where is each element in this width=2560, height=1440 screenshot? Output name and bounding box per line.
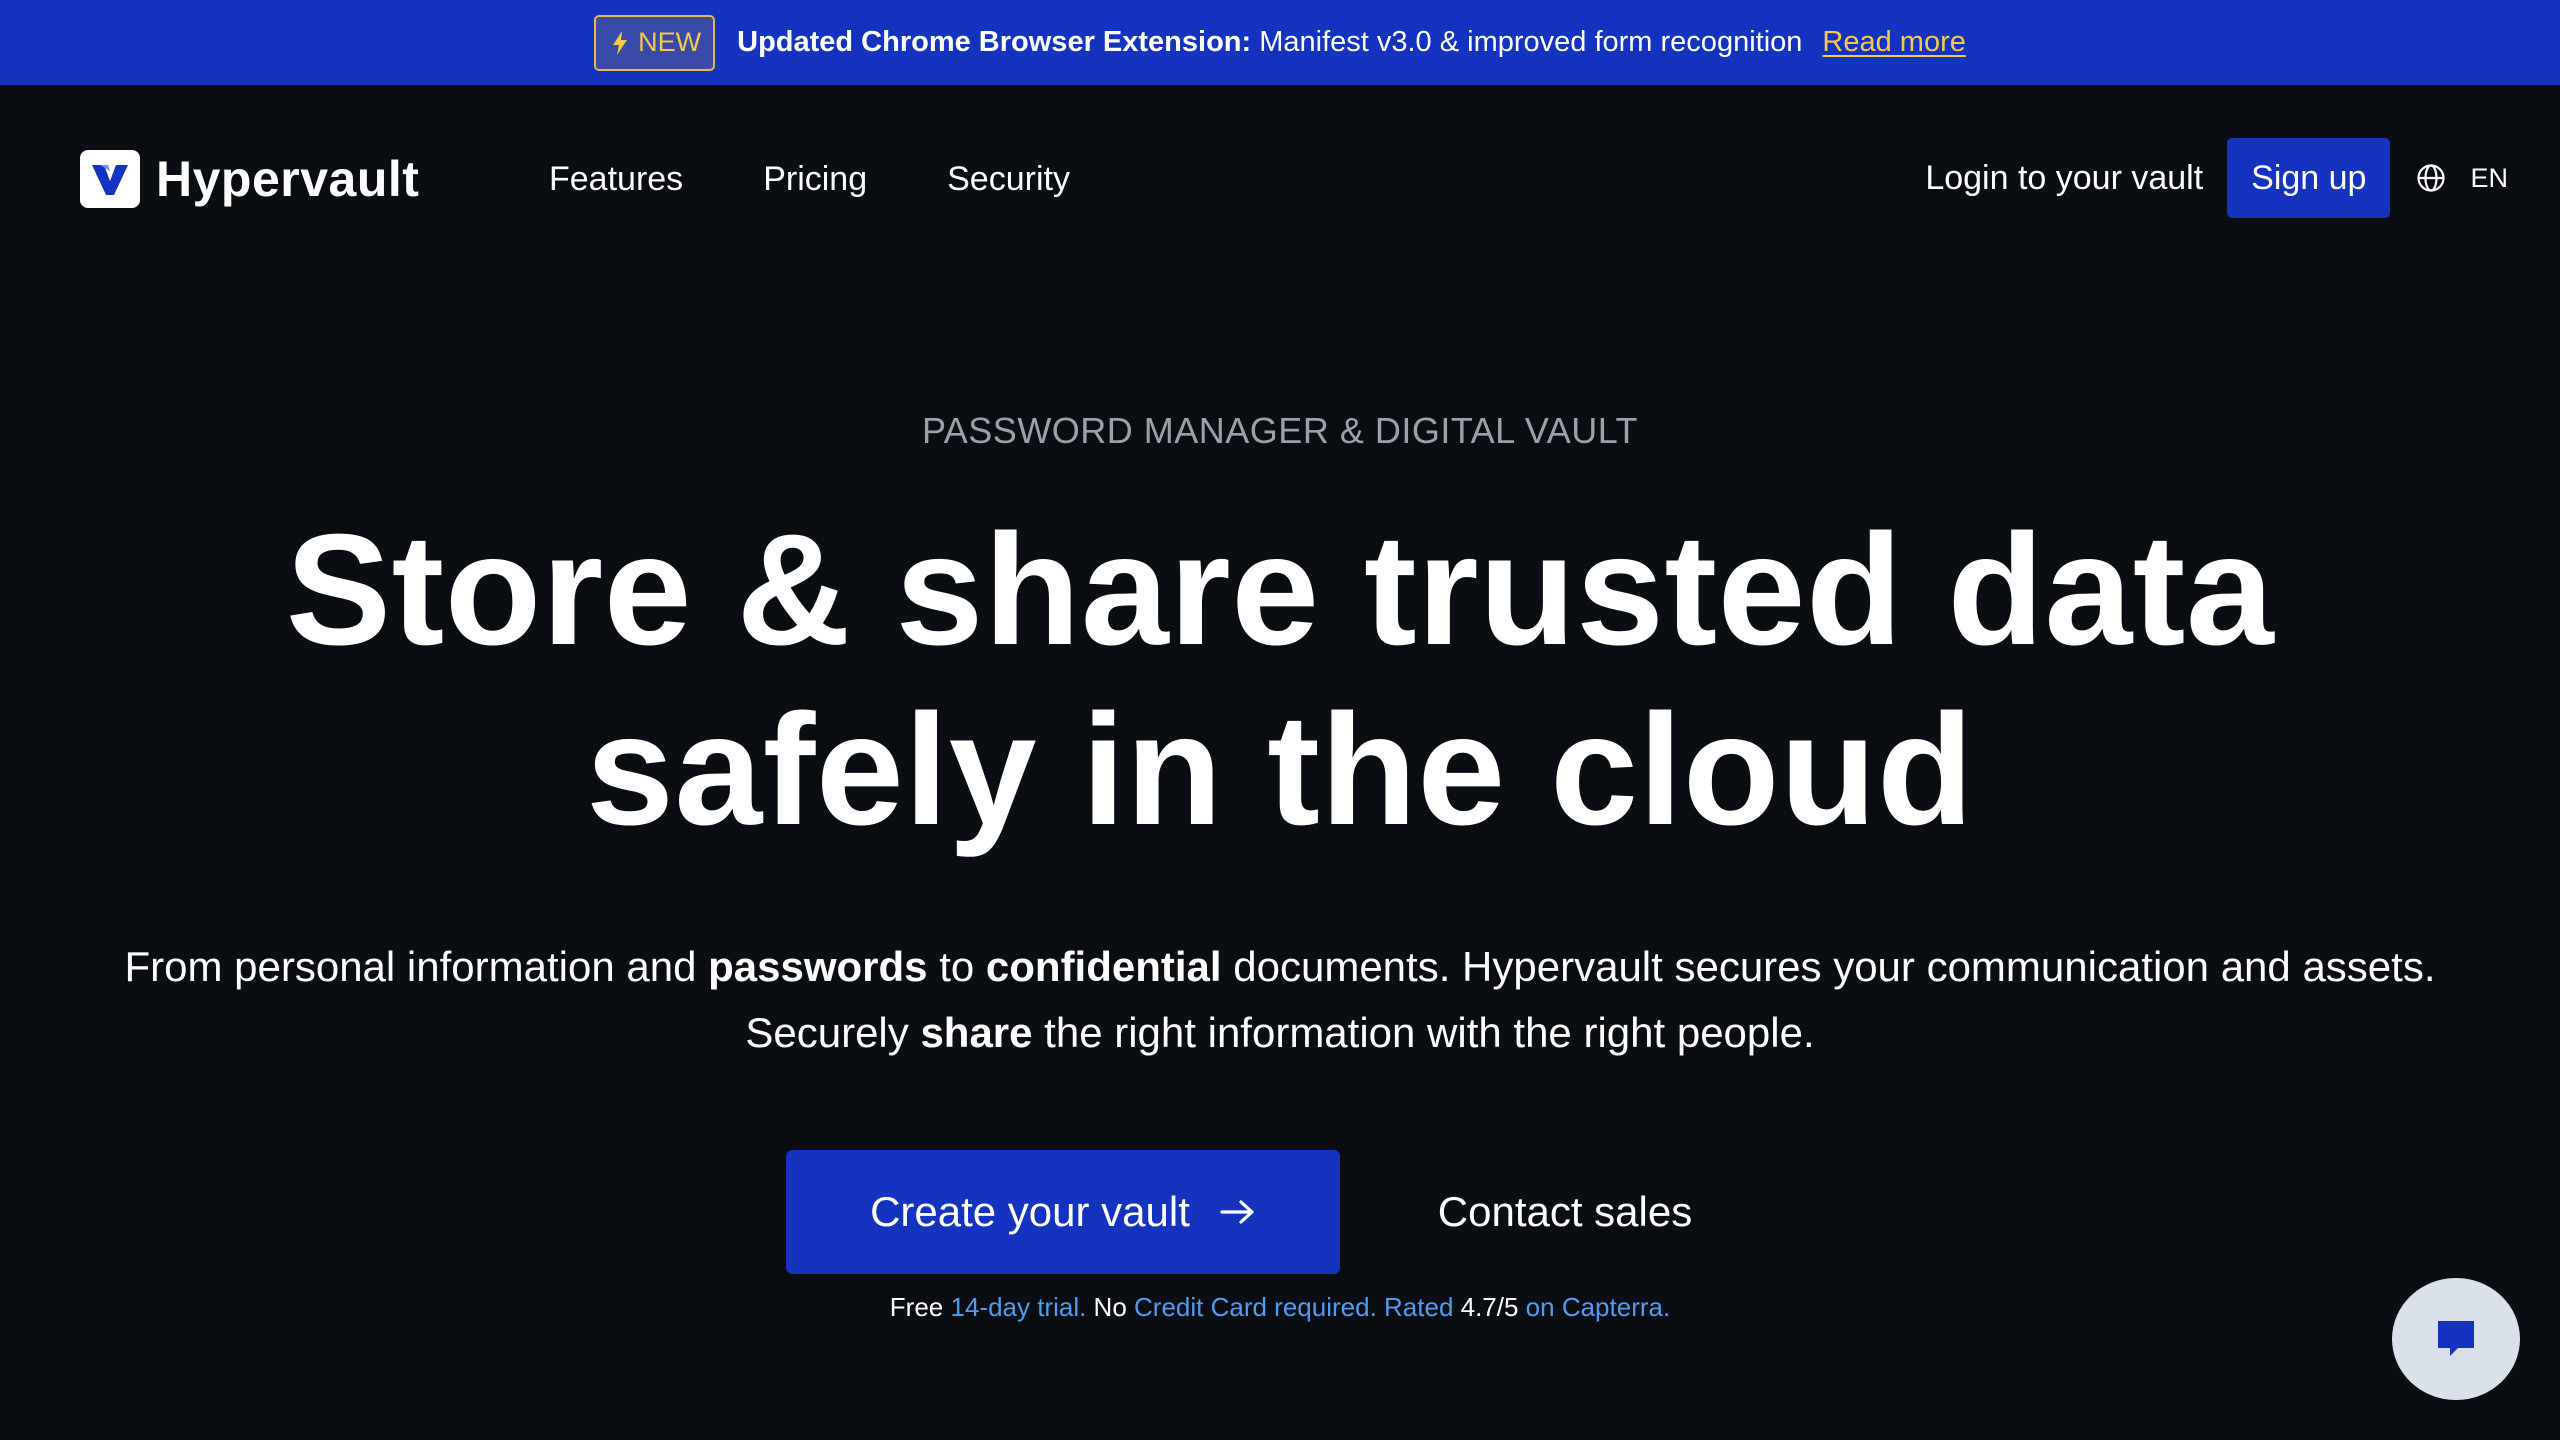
new-badge: NEW (594, 14, 716, 71)
trial-note-rating: 4.7/5 (1460, 1292, 1519, 1322)
hero-description-part: the right information with the right peo… (1032, 1009, 1815, 1056)
create-vault-button[interactable]: Create your vault (786, 1150, 1340, 1274)
hero-headline: Store & share trusted data safely in the… (0, 500, 2560, 860)
hero-description-part: to (927, 943, 986, 990)
announcement-title: Updated Chrome Browser Extension: (737, 26, 1252, 58)
announcement-message: Manifest v3.0 & improved form recognitio… (1251, 26, 1803, 58)
chat-bubble-icon (2438, 1321, 2474, 1356)
trial-note-text: No (1086, 1292, 1135, 1322)
trial-note: Free 14-day trial. No Credit Card requir… (0, 1292, 2560, 1323)
lightning-bolt-icon (613, 30, 628, 55)
trial-note-highlight: Rated (1376, 1292, 1461, 1322)
announcement-banner: NEW Updated Chrome Browser Extension: Ma… (0, 0, 2560, 85)
trial-note-highlight: on Capterra. (1518, 1292, 1671, 1322)
hero-description-part: From personal information and (124, 943, 709, 990)
hero-description-emphasis: share (920, 1009, 1033, 1056)
signup-button[interactable]: Sign up (2227, 138, 2391, 218)
read-more-link[interactable]: Read more (1822, 26, 1965, 59)
nav-link-features[interactable]: Features (549, 160, 683, 199)
hero-headline-line-2: safely in the cloud (586, 682, 1974, 858)
hero-description: From personal information and passwords … (100, 934, 2460, 1066)
arrow-right-icon (1220, 1200, 1254, 1224)
login-link[interactable]: Login to your vault (1925, 159, 2203, 198)
hero-description-emphasis: passwords (708, 943, 928, 990)
hero-description-emphasis: confidential (985, 943, 1222, 990)
announcement-text: Updated Chrome Browser Extension: Manife… (737, 26, 1802, 59)
hero-headline-line-1: Store & share trusted data (285, 502, 2275, 678)
hero-eyebrow: PASSWORD MANAGER & DIGITAL VAULT (921, 410, 1639, 451)
announcement-content: NEW Updated Chrome Browser Extension: Ma… (594, 0, 1966, 85)
trial-note-highlight: 14-day trial. (950, 1292, 1087, 1322)
brand-logo[interactable]: Hypervault (80, 150, 419, 208)
hypervault-logo-icon (80, 150, 140, 208)
chat-launcher-button[interactable] (2392, 1278, 2520, 1400)
language-label: EN (2470, 162, 2508, 193)
contact-sales-button[interactable]: Contact sales (1400, 1150, 1730, 1274)
new-badge-label: NEW (638, 27, 702, 57)
nav-link-security[interactable]: Security (947, 160, 1070, 199)
nav-link-pricing[interactable]: Pricing (763, 160, 867, 199)
language-selector[interactable]: EN (2416, 163, 2508, 194)
brand-name: Hypervault (156, 151, 420, 207)
trial-note-highlight: Credit Card required. (1134, 1292, 1377, 1322)
trial-note-text: Free (889, 1292, 951, 1322)
create-vault-label: Create your vault (870, 1188, 1190, 1235)
nav-actions: Login to your vault Sign up EN (1925, 138, 2508, 218)
primary-nav: Features Pricing Security (549, 151, 1150, 207)
globe-icon (2417, 164, 2446, 192)
top-navbar: Hypervault Features Pricing Security Log… (0, 85, 2560, 270)
